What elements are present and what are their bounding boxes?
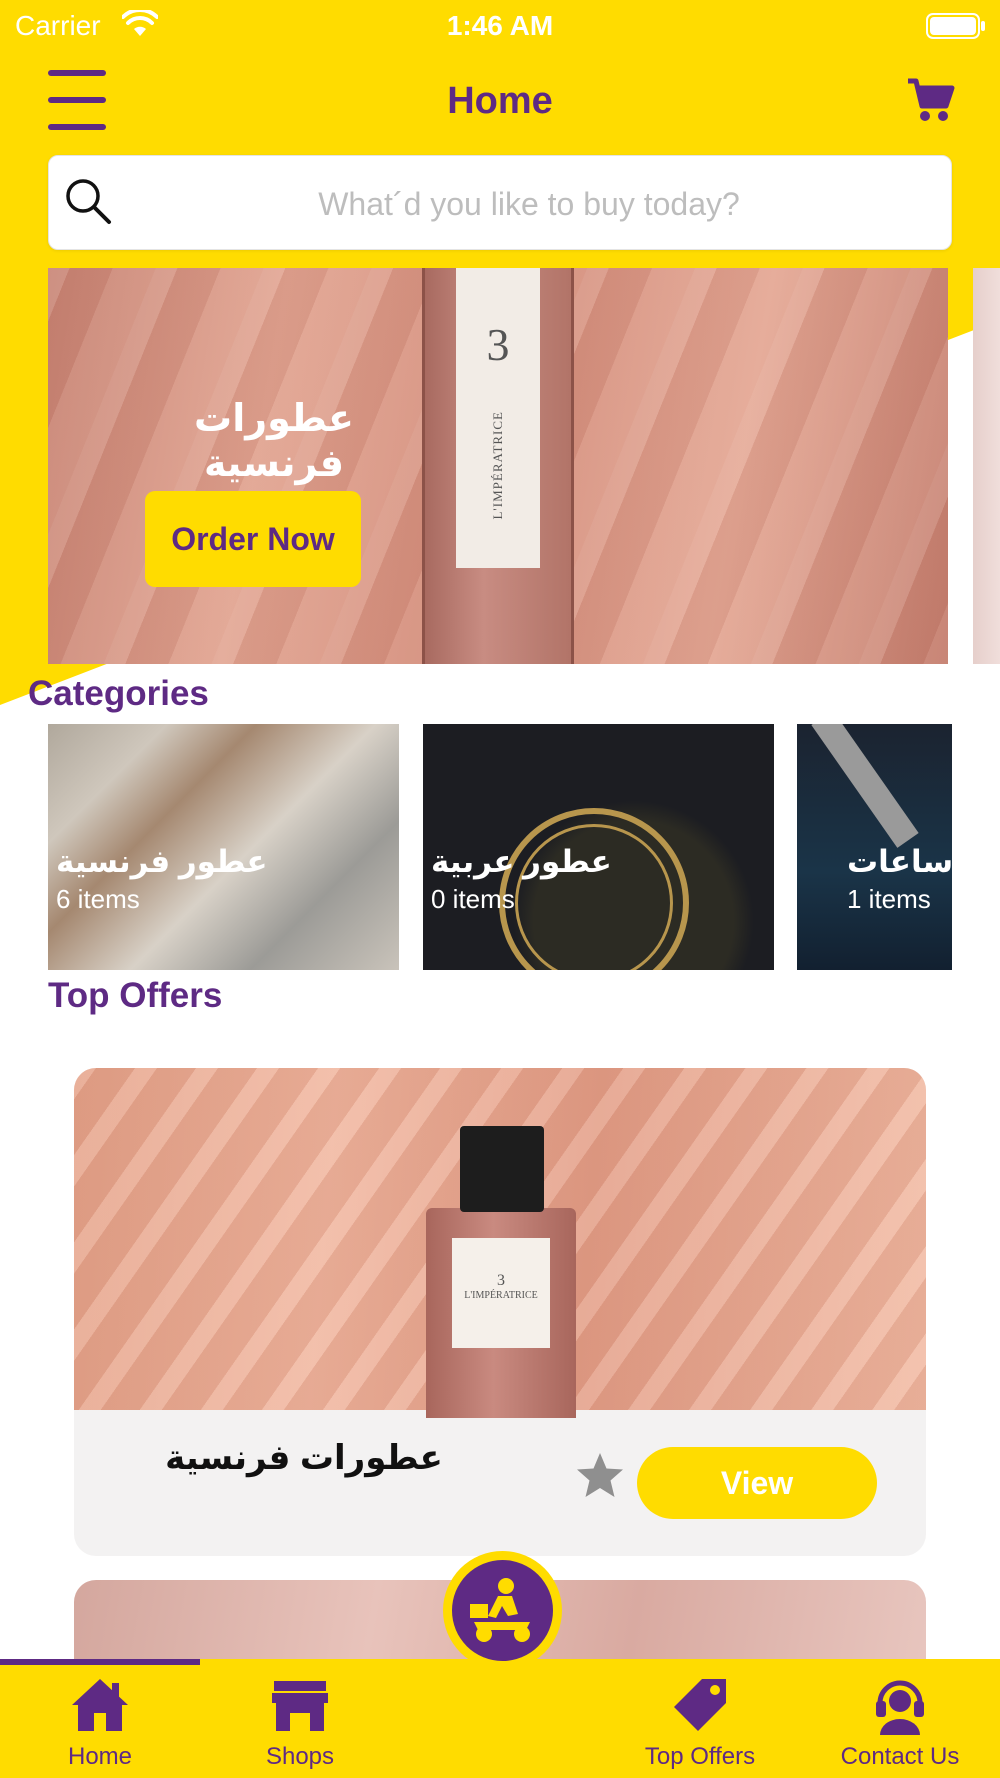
tab-contact-us[interactable]: Contact Us bbox=[800, 1659, 1000, 1778]
banner-title: عطورات فرنسية bbox=[194, 398, 354, 485]
tab-bar: Home Shops Top Offers Contact Us bbox=[0, 1659, 1000, 1778]
home-icon bbox=[72, 1679, 128, 1731]
tab-top-offers[interactable]: Top Offers bbox=[600, 1659, 800, 1778]
category-name: عطور عربية bbox=[431, 844, 612, 879]
category-count: 6 items bbox=[56, 884, 140, 914]
tab-label: Shops bbox=[265, 1743, 335, 1770]
category-image bbox=[811, 724, 919, 848]
search-bar[interactable] bbox=[48, 155, 952, 250]
battery-icon bbox=[926, 13, 985, 39]
offer-title: عطورات فرنسية bbox=[165, 1439, 443, 1477]
tab-home[interactable]: Home bbox=[0, 1659, 200, 1778]
category-name: ساعات bbox=[847, 844, 952, 879]
offer-product-label: 3 L'IMPÉRATRICE bbox=[452, 1238, 550, 1348]
category-card[interactable]: ساعات 1 items bbox=[797, 724, 952, 970]
tab-shops[interactable]: Shops bbox=[200, 1659, 400, 1778]
star-icon[interactable] bbox=[574, 1450, 626, 1502]
delivery-scooter-icon bbox=[470, 1578, 530, 1642]
headset-icon bbox=[876, 1680, 924, 1735]
search-input[interactable] bbox=[129, 176, 929, 232]
menu-icon bbox=[48, 70, 106, 76]
category-name: عطور فرنسية bbox=[56, 844, 268, 879]
search-icon bbox=[66, 179, 111, 224]
category-card[interactable]: عطور فرنسية 6 items bbox=[48, 724, 399, 970]
next-banner-peek[interactable] bbox=[973, 268, 1000, 664]
categories-title: Categories bbox=[28, 674, 209, 713]
cart-icon[interactable] bbox=[906, 76, 956, 124]
category-count: 1 items bbox=[847, 884, 931, 914]
shop-icon bbox=[272, 1681, 328, 1731]
offer-product-cap bbox=[460, 1126, 544, 1212]
tab-label: Top Offers bbox=[644, 1743, 756, 1770]
order-now-button[interactable]: Order Now bbox=[145, 491, 361, 587]
view-button[interactable]: View bbox=[637, 1447, 877, 1519]
category-card[interactable]: عطور عربية 0 items bbox=[423, 724, 774, 970]
top-offers-title: Top Offers bbox=[48, 976, 223, 1015]
tag-icon bbox=[674, 1679, 726, 1731]
page-title: Home bbox=[447, 80, 553, 122]
tab-label: Contact Us bbox=[840, 1743, 960, 1770]
tab-label: Home bbox=[67, 1743, 133, 1770]
status-bar: Carrier 1:46 AM bbox=[0, 0, 1000, 52]
offer-card[interactable]: 3 L'IMPÉRATRICE عطورات فرنسية View bbox=[74, 1068, 926, 1556]
banner-product-label: 3 L'IMPÉRATRICE bbox=[456, 268, 540, 568]
category-count: 0 items bbox=[431, 884, 515, 914]
delivery-button[interactable] bbox=[443, 1551, 562, 1670]
promo-banner[interactable]: 3 L'IMPÉRATRICE عطورات فرنسية Order Now bbox=[48, 268, 948, 664]
clock: 1:46 AM bbox=[446, 10, 554, 41]
